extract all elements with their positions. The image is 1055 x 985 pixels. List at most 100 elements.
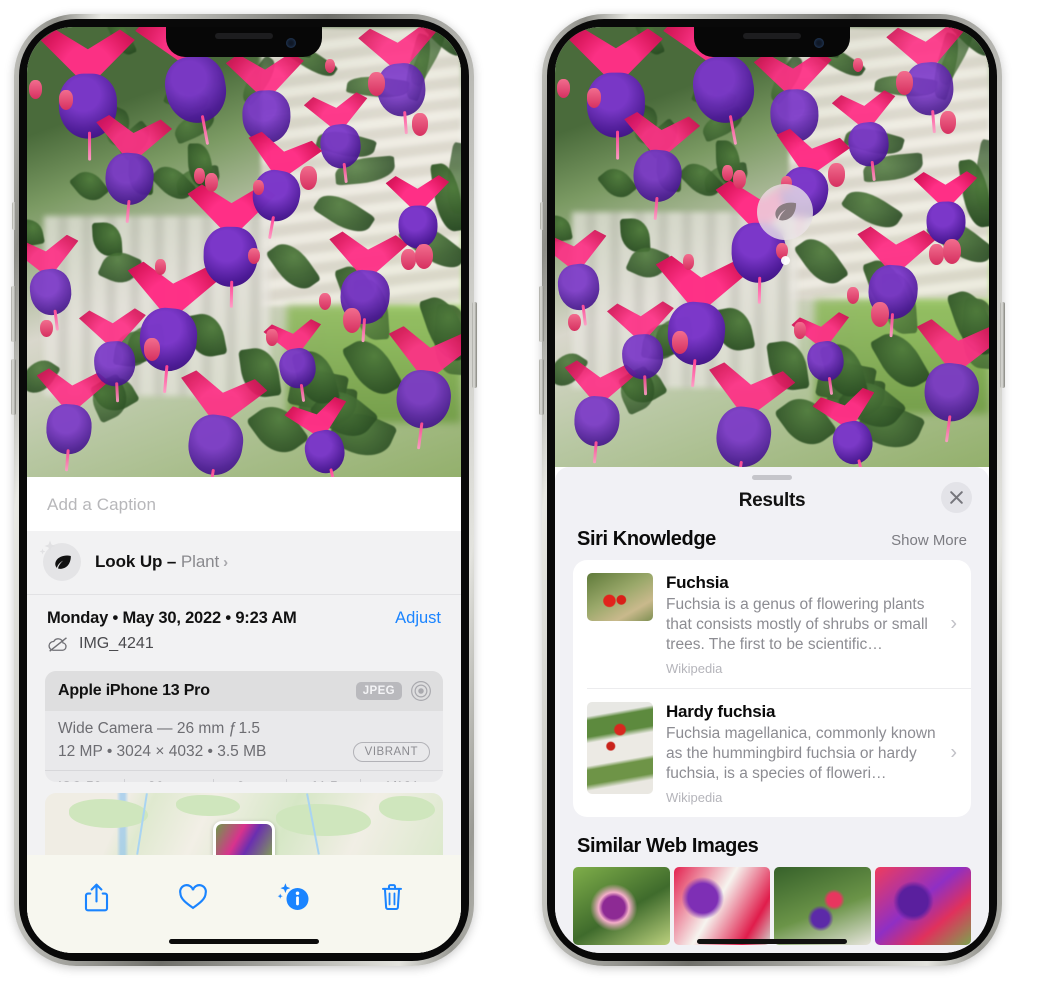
date-section: Monday • May 30, 2022 • 9:23 AM Adjust I… <box>27 595 461 663</box>
iphone-left-device: Add a Caption Look Up – Plant › Monday •… <box>11 14 477 966</box>
exif-divider <box>124 779 126 782</box>
volume-down-button[interactable] <box>539 359 544 415</box>
iphone-right-device: Results Siri Knowledge Show More Fuchsia… <box>539 14 1005 966</box>
sparkle-icon <box>39 540 56 555</box>
chevron-right-icon: › <box>223 554 229 571</box>
screenshot-root: Add a Caption Look Up – Plant › Monday •… <box>0 0 1055 985</box>
filename-text: IMG_4241 <box>79 635 154 652</box>
siri-knowledge-title: Siri Knowledge <box>577 528 716 550</box>
volume-down-button[interactable] <box>11 359 16 415</box>
map-photo-pin <box>213 821 275 855</box>
visual-lookup-badge[interactable] <box>757 184 813 265</box>
cloud-slash-icon <box>48 636 67 652</box>
knowledge-description: Fuchsia magellanica, commonly known as t… <box>666 724 936 782</box>
camera-card-header: Apple iPhone 13 Pro JPEG <box>45 671 443 711</box>
knowledge-description: Fuchsia is a genus of flowering plants t… <box>666 596 928 653</box>
similar-web-images-grid <box>573 866 971 945</box>
left-screen: Add a Caption Look Up – Plant › Monday •… <box>27 27 461 953</box>
knowledge-item[interactable]: Fuchsia Fuchsia is a genus of flowering … <box>573 560 971 688</box>
info-button[interactable] <box>277 881 311 913</box>
exif-focal: 26 mm <box>148 778 191 782</box>
location-map[interactable] <box>45 792 443 855</box>
show-more-button[interactable]: Show More <box>891 532 967 549</box>
look-up-text: Look Up – <box>95 552 177 571</box>
format-badge: JPEG <box>355 682 402 700</box>
similar-web-images-title: Similar Web Images <box>577 834 759 857</box>
knowledge-title: Fuchsia <box>666 573 729 592</box>
trash-icon <box>381 884 402 911</box>
lens-line: Wide Camera — 26 mm ƒ 1.5 <box>58 720 260 737</box>
web-image-thumbnail[interactable] <box>573 866 670 945</box>
mute-switch[interactable] <box>540 202 544 230</box>
sheet-header: Results <box>555 480 989 528</box>
info-sparkle-icon <box>277 883 309 910</box>
web-image-thumbnail[interactable] <box>874 866 971 945</box>
close-icon <box>950 491 963 504</box>
adjust-button[interactable]: Adjust <box>395 609 441 628</box>
power-button[interactable] <box>1000 302 1005 388</box>
knowledge-source: Wikipedia <box>666 789 723 805</box>
caption-input[interactable]: Add a Caption <box>27 477 461 531</box>
share-button[interactable] <box>83 882 110 913</box>
exif-iso: ISO 50 <box>58 778 102 782</box>
close-button[interactable] <box>941 482 972 513</box>
look-up-subject: Plant <box>180 552 220 571</box>
knowledge-item[interactable]: Hardy fuchsia Fuchsia magellanica, commo… <box>587 687 971 817</box>
leaf-badge-dot <box>780 256 790 265</box>
exif-ev: 0 ev <box>237 778 263 782</box>
siri-knowledge-card: Fuchsia Fuchsia is a genus of flowering … <box>573 560 971 817</box>
web-image-thumbnail[interactable] <box>673 866 770 945</box>
knowledge-thumbnail <box>587 701 653 794</box>
front-camera-icon <box>286 38 296 48</box>
web-image-thumbnail[interactable] <box>774 866 871 945</box>
photo-info-panel: Add a Caption Look Up – Plant › Monday •… <box>27 477 461 953</box>
photo-viewer-left[interactable] <box>27 27 461 477</box>
share-icon <box>85 883 109 911</box>
mute-switch[interactable] <box>12 202 16 230</box>
camera-device-name: Apple iPhone 13 Pro <box>58 682 210 699</box>
lens-icon <box>411 681 431 701</box>
front-camera-icon <box>814 38 824 48</box>
photo-date: Monday • May 30, 2022 • 9:23 AM <box>47 609 297 627</box>
camera-metadata-card[interactable]: Apple iPhone 13 Pro JPEG Wide Camera — 2… <box>45 671 443 782</box>
similar-web-images-header: Similar Web Images <box>555 817 989 867</box>
sheet-title: Results <box>738 490 806 511</box>
delete-button[interactable] <box>379 882 405 912</box>
chevron-right-icon: › <box>950 741 957 764</box>
leaf-badge-circle <box>757 184 813 240</box>
volume-up-button[interactable] <box>11 286 16 342</box>
bottom-toolbar <box>27 855 461 953</box>
filename-row: IMG_4241 <box>47 635 441 653</box>
exif-divider <box>213 779 215 782</box>
home-indicator[interactable] <box>169 939 319 944</box>
exif-shutter: 1/181 s <box>384 778 430 782</box>
notch <box>166 27 322 57</box>
heart-icon <box>179 884 208 910</box>
exif-divider <box>285 779 287 782</box>
notch <box>694 27 850 57</box>
look-up-row[interactable]: Look Up – Plant › <box>27 531 461 595</box>
file-size-line: 12 MP • 3024 × 4032 • 3.5 MB <box>58 743 267 760</box>
flower-layer <box>27 27 461 477</box>
earpiece-speaker <box>215 33 273 39</box>
results-sheet: Results Siri Knowledge Show More Fuchsia… <box>555 467 989 953</box>
photographic-style-badge: VIBRANT <box>352 742 430 762</box>
knowledge-title: Hardy fuchsia <box>666 701 776 721</box>
power-button[interactable] <box>472 302 477 388</box>
camera-card-body: Wide Camera — 26 mm ƒ 1.5 12 MP • 3024 ×… <box>45 711 443 770</box>
exif-divider <box>360 779 362 782</box>
volume-up-button[interactable] <box>539 286 544 342</box>
right-screen: Results Siri Knowledge Show More Fuchsia… <box>555 27 989 953</box>
exif-aperture: ƒ 1.5 <box>309 778 337 782</box>
knowledge-thumbnail <box>587 573 653 621</box>
earpiece-speaker <box>743 33 801 39</box>
favorite-button[interactable] <box>178 883 208 911</box>
photo-viewer-right[interactable] <box>555 27 989 467</box>
home-indicator[interactable] <box>697 939 847 944</box>
exif-row: ISO 50 26 mm 0 ev ƒ 1.5 1/181 s <box>45 770 443 782</box>
look-up-label: Look Up – Plant › <box>95 552 228 572</box>
chevron-right-icon: › <box>950 612 957 635</box>
leaf-icon <box>775 202 797 221</box>
knowledge-source: Wikipedia <box>666 660 723 676</box>
siri-knowledge-header: Siri Knowledge Show More <box>555 528 989 560</box>
